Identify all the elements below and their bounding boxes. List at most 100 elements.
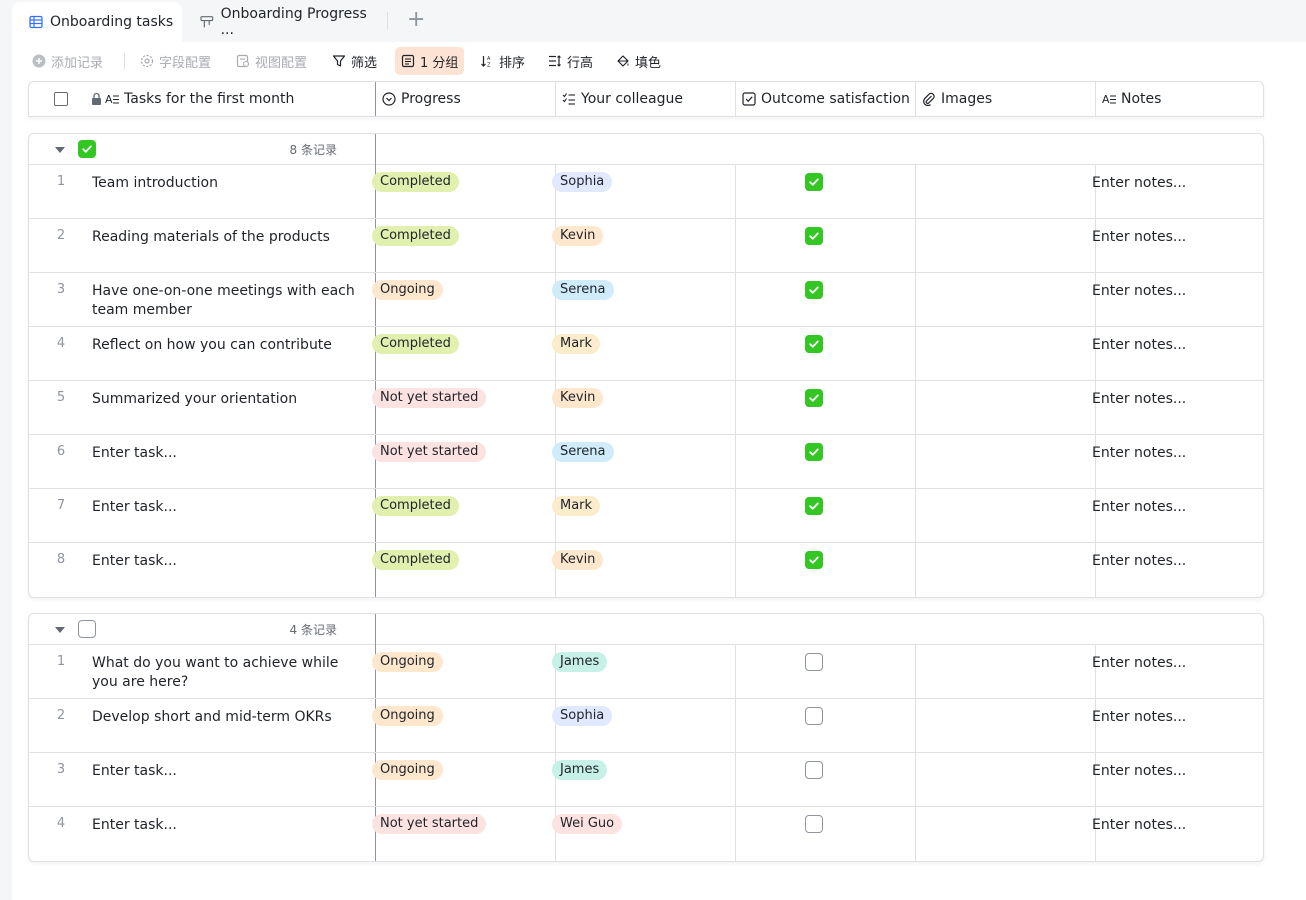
notes-cell[interactable]: Enter notes...	[1092, 498, 1186, 517]
table-row[interactable]: 4 Reflect on how you can contribute Comple…	[29, 327, 1263, 381]
progress-tag[interactable]: Completed	[372, 496, 459, 516]
notes-cell[interactable]: Enter notes...	[1092, 816, 1186, 835]
colleague-tag[interactable]: Wei Guo	[552, 814, 623, 834]
task-cell[interactable]: Enter task...	[92, 498, 362, 517]
progress-tag[interactable]: Completed	[372, 334, 459, 354]
notes-cell[interactable]: Enter notes...	[1092, 708, 1186, 727]
satisfaction-checkbox[interactable]	[805, 173, 823, 191]
notes-cell[interactable]: Enter notes...	[1092, 762, 1186, 781]
group-header[interactable]: 4 条记录	[29, 614, 1263, 645]
filter-button[interactable]: 筛选	[332, 47, 377, 75]
collapse-caret-icon[interactable]	[55, 627, 65, 633]
group-button[interactable]: 1 分组	[395, 47, 465, 75]
images-cell[interactable]	[916, 753, 1095, 806]
task-cell[interactable]: Reading materials of the products	[92, 228, 362, 247]
table-row[interactable]: 6 Enter task... Not yet started Serena Enter…	[29, 435, 1263, 489]
column-header-satisfaction[interactable]: Outcome satisfaction	[736, 82, 910, 116]
satisfaction-checkbox[interactable]	[805, 707, 823, 725]
table-row[interactable]: 3 Enter task... Ongoing James Enter notes...	[29, 753, 1263, 807]
table-row[interactable]: 4 Enter task... Not yet started Wei Guo Ente…	[29, 807, 1263, 861]
satisfaction-checkbox[interactable]	[805, 443, 823, 461]
field-config-button[interactable]: 字段配置	[140, 47, 211, 75]
table-row[interactable]: 3 Have one-on-one meetings with each team…	[29, 273, 1263, 327]
images-cell[interactable]	[916, 435, 1095, 488]
progress-tag[interactable]: Not yet started	[372, 442, 487, 462]
images-cell[interactable]	[916, 645, 1095, 698]
images-cell[interactable]	[916, 381, 1095, 434]
notes-cell[interactable]: Enter notes...	[1092, 336, 1186, 355]
satisfaction-checkbox[interactable]	[805, 815, 823, 833]
table-row[interactable]: 2 Reading materials of the products Comple…	[29, 219, 1263, 273]
images-cell[interactable]	[916, 327, 1095, 380]
satisfaction-checkbox[interactable]	[805, 335, 823, 353]
column-header-notes[interactable]: A Notes	[1096, 82, 1161, 116]
progress-tag[interactable]: Completed	[372, 226, 459, 246]
table-row[interactable]: 1 Team introduction Completed Sophia Enter n…	[29, 165, 1263, 219]
notes-cell[interactable]: Enter notes...	[1092, 444, 1186, 463]
satisfaction-checkbox[interactable]	[805, 653, 823, 671]
notes-cell[interactable]: Enter notes...	[1092, 174, 1186, 193]
progress-tag[interactable]: Not yet started	[372, 388, 487, 408]
progress-tag[interactable]: Completed	[372, 172, 459, 192]
satisfaction-checkbox[interactable]	[805, 227, 823, 245]
table-row[interactable]: 5 Summarized your orientation Not yet star…	[29, 381, 1263, 435]
notes-cell[interactable]: Enter notes...	[1092, 390, 1186, 409]
colleague-tag[interactable]: Kevin	[552, 550, 604, 570]
satisfaction-checkbox[interactable]	[805, 497, 823, 515]
colleague-tag[interactable]: Sophia	[552, 172, 613, 192]
tab-onboarding-tasks[interactable]: Onboarding tasks	[12, 2, 182, 42]
notes-cell[interactable]: Enter notes...	[1092, 228, 1186, 247]
progress-tag[interactable]: Completed	[372, 550, 459, 570]
table-row[interactable]: 2 Develop short and mid-term OKRs Ongoing S…	[29, 699, 1263, 753]
task-cell[interactable]: Develop short and mid-term OKRs	[92, 708, 362, 727]
notes-cell[interactable]: Enter notes...	[1092, 654, 1186, 673]
colleague-tag[interactable]: Serena	[552, 280, 614, 300]
task-cell[interactable]: Team introduction	[92, 174, 362, 193]
colleague-tag[interactable]: Sophia	[552, 706, 613, 726]
group-header[interactable]: 8 条记录	[29, 134, 1263, 165]
collapse-caret-icon[interactable]	[55, 147, 65, 153]
add-view-icon[interactable]: +	[407, 9, 425, 31]
tab-onboarding-progress[interactable]: Onboarding Progress ...	[200, 2, 380, 42]
notes-cell[interactable]: Enter notes...	[1092, 282, 1186, 301]
view-config-button[interactable]: 视图配置	[236, 47, 307, 75]
images-cell[interactable]	[916, 699, 1095, 752]
images-cell[interactable]	[916, 273, 1095, 326]
table-row[interactable]: 7 Enter task... Completed Mark Enter notes..…	[29, 489, 1263, 543]
task-cell[interactable]: Enter task...	[92, 762, 362, 781]
task-cell[interactable]: What do you want to achieve while you ar…	[92, 654, 362, 692]
colleague-tag[interactable]: Kevin	[552, 388, 604, 408]
progress-tag[interactable]: Not yet started	[372, 814, 487, 834]
colleague-tag[interactable]: Mark	[552, 334, 601, 354]
satisfaction-checkbox[interactable]	[805, 761, 823, 779]
task-cell[interactable]: Enter task...	[92, 816, 362, 835]
task-cell[interactable]: Summarized your orientation	[92, 390, 362, 409]
colleague-tag[interactable]: James	[552, 652, 608, 672]
task-cell[interactable]: Reflect on how you can contribute	[92, 336, 362, 355]
row-height-button[interactable]: 行高	[548, 47, 593, 75]
sort-button[interactable]: AZ 排序	[480, 47, 525, 75]
progress-tag[interactable]: Ongoing	[372, 706, 443, 726]
images-cell[interactable]	[916, 807, 1095, 860]
table-row[interactable]: 8 Enter task... Completed Kevin Enter notes.…	[29, 543, 1263, 597]
colleague-tag[interactable]: Kevin	[552, 226, 604, 246]
progress-tag[interactable]: Ongoing	[372, 280, 443, 300]
task-cell[interactable]: Enter task...	[92, 444, 362, 463]
colleague-tag[interactable]: Serena	[552, 442, 614, 462]
column-header-progress[interactable]: Progress	[376, 82, 461, 116]
satisfaction-checkbox[interactable]	[805, 551, 823, 569]
images-cell[interactable]	[916, 543, 1095, 596]
task-cell[interactable]: Enter task...	[92, 552, 362, 571]
satisfaction-checkbox[interactable]	[805, 281, 823, 299]
select-all-checkbox[interactable]	[54, 92, 68, 106]
notes-cell[interactable]: Enter notes...	[1092, 552, 1186, 571]
images-cell[interactable]	[916, 219, 1095, 272]
satisfaction-checkbox[interactable]	[805, 389, 823, 407]
colleague-tag[interactable]: Mark	[552, 496, 601, 516]
images-cell[interactable]	[916, 489, 1095, 542]
column-header-colleague[interactable]: Your colleague	[556, 82, 683, 116]
images-cell[interactable]	[916, 165, 1095, 218]
progress-tag[interactable]: Ongoing	[372, 652, 443, 672]
column-header-images[interactable]: Images	[916, 82, 992, 116]
colleague-tag[interactable]: James	[552, 760, 608, 780]
